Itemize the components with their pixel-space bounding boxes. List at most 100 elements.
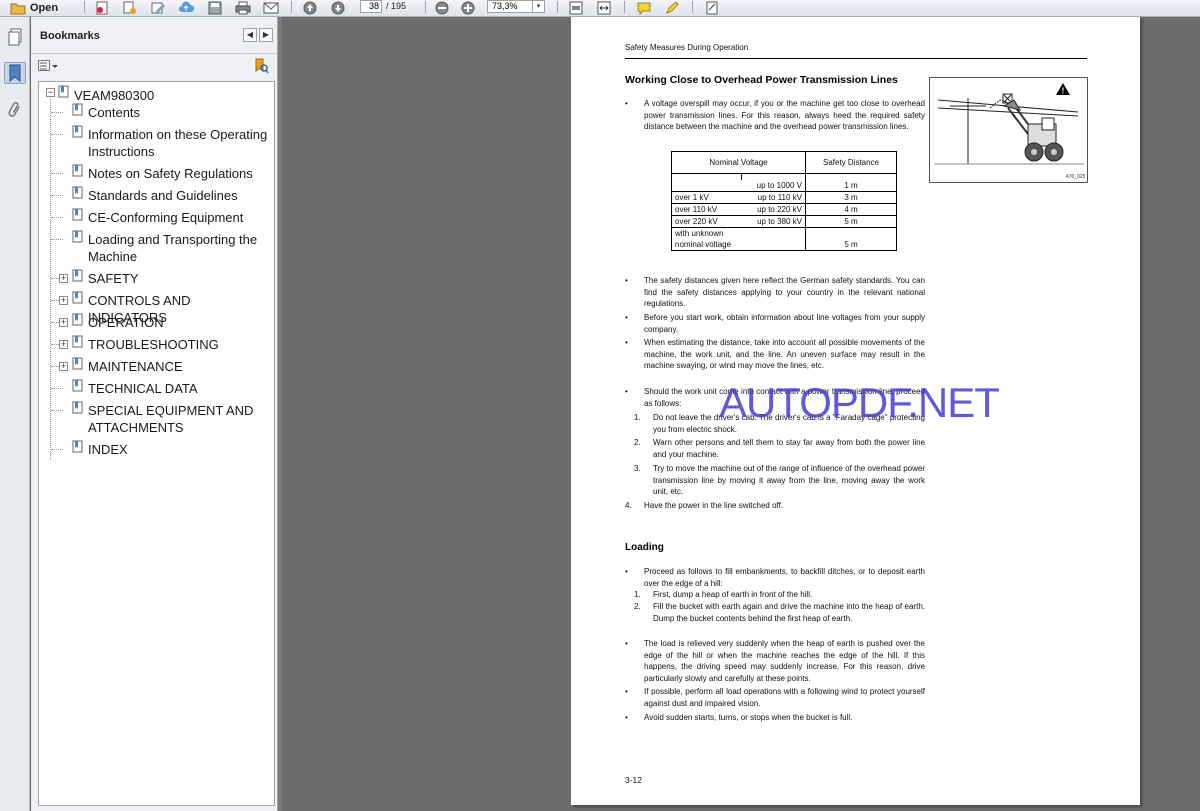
warning-mark: ! [1062, 87, 1065, 96]
previous-page-button[interactable] [300, 0, 320, 15]
bookmarks-panel: Bookmarks ◀ ▶ − VEAM980300 Contents Infor… [31, 17, 278, 811]
zoom-out-button[interactable] [432, 0, 452, 15]
options-button[interactable] [38, 59, 60, 73]
step-number: 1. [634, 590, 641, 599]
tree-guide-line [51, 195, 63, 196]
bookmark-item[interactable]: TROUBLESHOOTING [88, 336, 268, 353]
page-number-input[interactable]: 38 [360, 0, 382, 13]
collapse-root-toggle[interactable]: − [46, 88, 55, 97]
table-header-distance: Safety Distance [805, 151, 897, 174]
bookmark-item[interactable]: INDEX [88, 441, 268, 458]
table-cell: 4 m [805, 202, 897, 215]
tree-guide-line [51, 173, 63, 174]
bullet-glyph: • [625, 713, 628, 722]
loader-near-power-line-drawing: ! 470_025 [934, 83, 1086, 180]
bookmark-root[interactable]: VEAM980300 [74, 87, 154, 104]
expand-toggle[interactable]: + [59, 296, 68, 305]
bookmark-item[interactable]: SPECIAL EQUIPMENT AND ATTACHMENTS [88, 402, 268, 436]
toolbar-separator [84, 1, 85, 13]
collapse-panel-button[interactable]: ◀ [243, 28, 257, 42]
bookmark-item[interactable]: TECHNICAL DATA [88, 380, 268, 397]
step-number: 1. [634, 413, 641, 422]
zoom-value: 73,3% [492, 1, 518, 11]
bookmark-item[interactable]: CE-Conforming Equipment [88, 209, 268, 226]
numbered-step: 2. Fill the bucket with earth again and … [625, 601, 925, 624]
bookmark-item[interactable]: Notes on Safety Regulations [88, 165, 268, 182]
document-view[interactable]: Safety Measures During Operation Working… [282, 17, 1200, 811]
bullet-text: Avoid sudden starts, turns, or stops whe… [644, 713, 853, 722]
step-number: 2. [634, 438, 641, 447]
tree-guide-line [51, 322, 59, 323]
tree-guide-line [51, 410, 63, 411]
toolbar-separator [425, 1, 426, 13]
bookmark-icon [72, 186, 83, 199]
bookmark-item[interactable]: Standards and Guidelines [88, 187, 268, 204]
bullet-item: • Avoid sudden starts, turns, or stops w… [625, 712, 925, 724]
save-button[interactable] [205, 0, 225, 15]
bookmark-item[interactable]: SAFETY [88, 270, 268, 287]
highlight-button[interactable] [662, 0, 682, 15]
running-header: Safety Measures During Operation [625, 43, 749, 52]
page-total: / 195 [386, 1, 407, 11]
zoom-in-button[interactable] [458, 0, 478, 15]
expand-toggle[interactable]: + [59, 274, 68, 283]
open-button[interactable]: Open [2, 0, 66, 15]
expand-toggle[interactable]: + [59, 362, 68, 371]
intro-text: A voltage overspill may occur, if you or… [644, 99, 925, 131]
bookmark-icon [72, 125, 83, 138]
bookmark-item[interactable]: Loading and Transporting the Machine [88, 231, 268, 265]
table-cell: up to 220 kV [741, 202, 806, 215]
page-number: 3-12 [625, 775, 643, 785]
page-thumbnails-button[interactable] [4, 26, 26, 48]
create-pdf-button[interactable] [92, 0, 112, 15]
bookmark-item[interactable]: OPERATION [88, 314, 268, 331]
expand-toggle[interactable]: + [59, 318, 68, 327]
table-cell: over 220 kV [671, 214, 742, 227]
table-row: over 1 kV up to 110 kV 3 m [671, 190, 897, 203]
find-bookmark-button[interactable] [253, 58, 269, 74]
bullet-glyph: • [625, 387, 628, 396]
zoom-select[interactable]: 73,3% ▾ [487, 0, 545, 13]
bullet-text: If possible, perform all load operations… [644, 687, 925, 708]
print-button[interactable] [232, 0, 254, 15]
comment-button[interactable] [634, 0, 654, 15]
safety-distance-table: Nominal Voltage Safety Distance up to 10… [671, 151, 897, 251]
edit-button[interactable] [148, 0, 168, 15]
chevron-down-icon[interactable]: ▾ [532, 1, 544, 12]
email-button[interactable] [260, 0, 282, 15]
toolbar: Open 38 / 195 73,3% ▾ [0, 0, 1200, 17]
table-cell: up to 380 kV [741, 214, 806, 227]
table-cell: over 1 kV [671, 190, 742, 203]
bookmarks-button[interactable] [4, 62, 26, 84]
panel-title: Bookmarks [40, 30, 100, 42]
attachments-button[interactable] [4, 99, 26, 121]
bookmark-item[interactable]: Information on these Operating Instructi… [88, 126, 268, 160]
options-icon [38, 60, 58, 71]
navigation-pane-strip [0, 17, 30, 811]
expand-toggle[interactable]: + [59, 340, 68, 349]
bullet-text: The safety distances given here reflect … [644, 276, 925, 308]
bullet-glyph: • [625, 99, 628, 108]
expand-panel-button[interactable]: ▶ [259, 28, 273, 42]
fit-page-button[interactable] [566, 0, 586, 15]
combine-button[interactable] [120, 0, 140, 15]
numbered-step: 2. Warn other persons and tell them to s… [625, 437, 925, 460]
next-page-button[interactable] [328, 0, 348, 15]
tree-guide-line [51, 449, 63, 450]
fit-page-icon [569, 1, 583, 14]
minus-circle-icon [435, 1, 449, 14]
edit-pencil-icon [151, 2, 165, 13]
fit-width-button[interactable] [594, 0, 614, 15]
table-cell: with unknown [671, 226, 806, 239]
figure-code: 470_025 [1066, 174, 1086, 180]
tree-guide-line [51, 112, 63, 113]
upload-button[interactable] [175, 0, 197, 15]
bullet-glyph: • [625, 313, 628, 322]
bullet-text: When estimating the distance, take into … [644, 338, 925, 370]
table-cell [671, 179, 742, 191]
bookmark-icon [72, 379, 83, 392]
sign-button[interactable] [702, 0, 722, 15]
toolbar-separator [557, 1, 558, 13]
bookmark-item[interactable]: MAINTENANCE [88, 358, 268, 375]
bookmark-item[interactable]: Contents [88, 104, 268, 121]
